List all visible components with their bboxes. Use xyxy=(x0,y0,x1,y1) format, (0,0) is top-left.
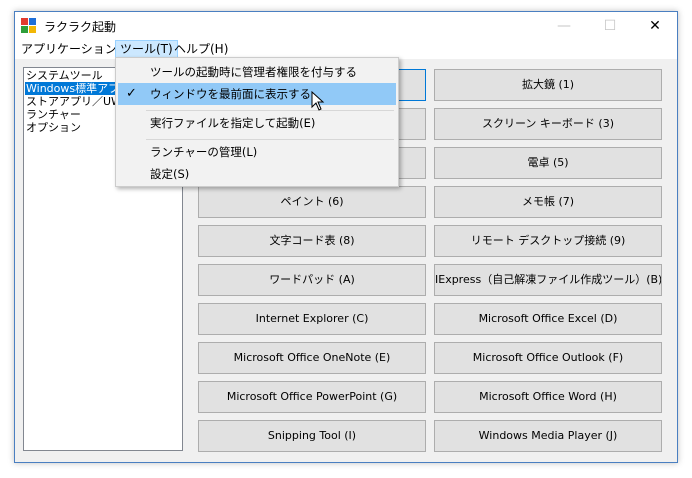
menu-item-always-on-top[interactable]: ✓ ウィンドウを最前面に表示する xyxy=(118,83,396,105)
menu-separator xyxy=(146,139,394,140)
menu-item-settings[interactable]: 設定(S) xyxy=(118,163,396,185)
mouse-cursor-icon xyxy=(311,91,325,111)
menu-item-launcher-manage[interactable]: ランチャーの管理(L) xyxy=(118,141,396,163)
maximize-icon[interactable]: ☐ xyxy=(587,12,633,40)
close-icon[interactable]: ✕ xyxy=(632,12,678,40)
app-button-5[interactable]: 電卓 (5) xyxy=(434,147,662,179)
app-button-15[interactable]: Microsoft Office Outlook (F) xyxy=(434,342,662,374)
app-icon xyxy=(21,18,37,34)
window-title: ラクラク起動 xyxy=(44,20,117,34)
menu-item-admin-rights[interactable]: ツールの起動時に管理者権限を付与する xyxy=(118,61,396,83)
check-icon: ✓ xyxy=(126,86,137,101)
app-button-11[interactable]: IExpress（自己解凍ファイル作成ツール）(B) xyxy=(434,264,662,296)
app-button-17[interactable]: Microsoft Office Word (H) xyxy=(434,381,662,413)
title-bar[interactable]: ラクラク起動 — ☐ ✕ xyxy=(15,12,677,40)
menu-item-run-file[interactable]: 実行ファイルを指定して起動(E) xyxy=(118,112,396,134)
app-button-8[interactable]: 文字コード表 (8) xyxy=(198,225,426,257)
menu-separator xyxy=(146,110,394,111)
app-button-10[interactable]: ワードパッド (A) xyxy=(198,264,426,296)
app-button-14[interactable]: Microsoft Office OneNote (E) xyxy=(198,342,426,374)
app-button-16[interactable]: Microsoft Office PowerPoint (G) xyxy=(198,381,426,413)
app-button-3[interactable]: スクリーン キーボード (3) xyxy=(434,108,662,140)
tools-dropdown-menu: ツールの起動時に管理者権限を付与する ✓ ウィンドウを最前面に表示する 実行ファ… xyxy=(115,57,399,187)
app-button-1[interactable]: 拡大鏡 (1) xyxy=(434,69,662,101)
minimize-icon[interactable]: — xyxy=(541,12,587,40)
app-button-6[interactable]: ペイント (6) xyxy=(198,186,426,218)
app-button-12[interactable]: Internet Explorer (C) xyxy=(198,303,426,335)
app-button-19[interactable]: Windows Media Player (J) xyxy=(434,420,662,452)
app-button-9[interactable]: リモート デスクトップ接続 (9) xyxy=(434,225,662,257)
app-button-13[interactable]: Microsoft Office Excel (D) xyxy=(434,303,662,335)
app-button-7[interactable]: メモ帳 (7) xyxy=(434,186,662,218)
app-button-18[interactable]: Snipping Tool (I) xyxy=(198,420,426,452)
